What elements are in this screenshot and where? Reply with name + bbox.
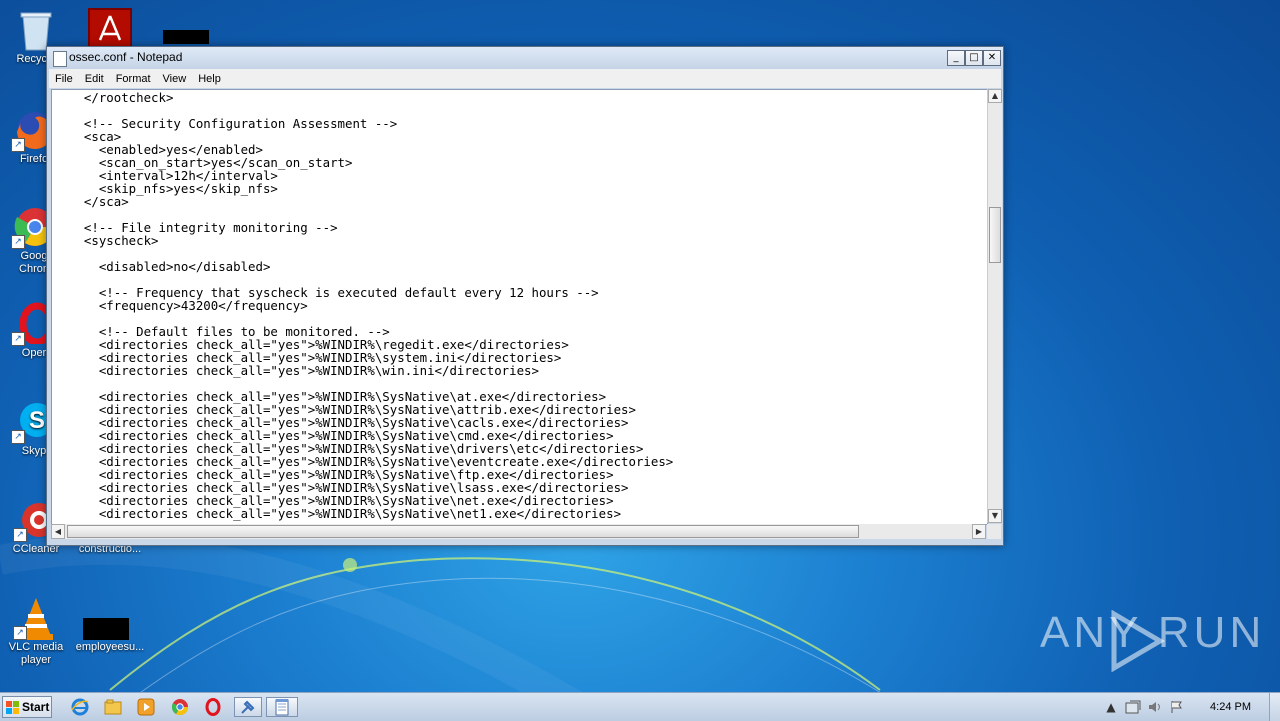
- horizontal-scrollbar[interactable]: ◀ ▶: [51, 524, 986, 539]
- text-editor[interactable]: </rootcheck> <!-- Security Configuration…: [51, 89, 988, 525]
- scroll-up-icon[interactable]: ▲: [988, 89, 1002, 103]
- notepad-icon: [275, 699, 289, 716]
- taskbar-file-explorer[interactable]: [101, 697, 125, 717]
- system-tray: ▲ 4:24 PM: [1100, 693, 1280, 721]
- menu-bar: File Edit Format View Help: [49, 69, 1001, 88]
- volume-icon[interactable]: [1146, 699, 1164, 715]
- internet-explorer-icon: [71, 698, 89, 716]
- network-flag-icon[interactable]: [1168, 699, 1186, 715]
- recycle-bin-icon: [15, 8, 57, 51]
- tool-icon: [241, 700, 255, 714]
- desktop-icon-label: VLC media player: [8, 641, 64, 666]
- title-bar[interactable]: ossec.conf - Notepad _ □ ✕: [47, 47, 1003, 69]
- play-logo-icon: [1111, 610, 1165, 672]
- horizontal-scroll-thumb[interactable]: [67, 525, 859, 538]
- minimize-button[interactable]: _: [947, 50, 965, 66]
- adobe-acrobat-icon: [88, 8, 132, 50]
- taskbar-chrome[interactable]: [168, 697, 192, 717]
- desktop-icon-label: employeesu...: [75, 641, 145, 653]
- scroll-down-icon[interactable]: ▼: [988, 509, 1002, 523]
- clock[interactable]: 4:24 PM: [1210, 701, 1251, 713]
- menu-view[interactable]: View: [157, 73, 193, 85]
- taskbar-opera[interactable]: [201, 697, 225, 717]
- file-explorer-icon: [104, 699, 122, 715]
- taskbar-internet-explorer[interactable]: [68, 697, 92, 717]
- menu-format[interactable]: Format: [110, 73, 157, 85]
- desktop-icon-vlc[interactable]: ↗ VLC media player: [0, 596, 74, 667]
- start-label: Start: [22, 700, 50, 714]
- window-title: ossec.conf - Notepad: [69, 50, 183, 64]
- taskbar-notepad[interactable]: [266, 697, 298, 717]
- maximize-button[interactable]: □: [965, 50, 983, 66]
- close-button[interactable]: ✕: [983, 50, 1001, 66]
- media-player-icon: [137, 698, 155, 716]
- menu-file[interactable]: File: [49, 73, 79, 85]
- size-grip[interactable]: [987, 524, 1001, 539]
- taskbar-tool[interactable]: [234, 697, 262, 717]
- scroll-right-icon[interactable]: ▶: [972, 524, 986, 539]
- menu-edit[interactable]: Edit: [79, 73, 110, 85]
- notepad-window[interactable]: ossec.conf - Notepad _ □ ✕ File Edit For…: [46, 46, 1004, 546]
- taskbar: Start ▲ 4:24 PM: [0, 692, 1280, 721]
- start-button[interactable]: Start: [2, 696, 52, 718]
- show-hidden-icons-icon[interactable]: ▲: [1102, 699, 1120, 715]
- redacted-icon: [163, 30, 209, 44]
- menu-help[interactable]: Help: [192, 73, 227, 85]
- chrome-icon: [171, 699, 189, 716]
- show-desktop-button[interactable]: [1269, 693, 1280, 721]
- vertical-scroll-thumb[interactable]: [989, 207, 1001, 263]
- file-content[interactable]: </rootcheck> <!-- Security Configuration…: [52, 90, 987, 520]
- opera-icon: [205, 698, 221, 716]
- svg-text:S: S: [29, 407, 45, 434]
- taskbar-media-player[interactable]: [134, 697, 158, 717]
- desktop-icon-employees[interactable]: employeesu...: [72, 596, 148, 654]
- windows-logo-icon: [6, 700, 19, 714]
- vlc-icon: ↗: [13, 596, 57, 640]
- vertical-scrollbar[interactable]: ▲ ▼: [987, 89, 1002, 523]
- document-icon: [83, 596, 131, 640]
- action-center-icon[interactable]: [1124, 699, 1142, 715]
- scroll-left-icon[interactable]: ◀: [51, 524, 65, 539]
- notepad-icon: [53, 51, 67, 67]
